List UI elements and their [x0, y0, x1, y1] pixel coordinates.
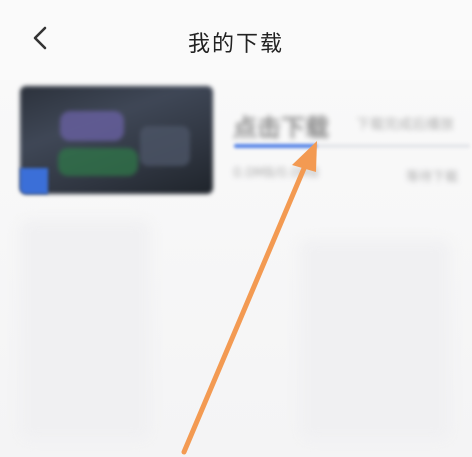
- page-title: 我的下载: [187, 32, 284, 57]
- download-screen: 我的下载 点击下载 下载完成后播放 0.0MB/0.0MB 等待下载: [0, 0, 472, 457]
- download-status: 等待下载: [406, 170, 459, 185]
- download-subtitle: 下载完成后播放: [356, 117, 454, 133]
- background-panel: [300, 240, 450, 440]
- download-progress-fill: [234, 144, 317, 148]
- download-title[interactable]: 点击下载: [233, 108, 329, 143]
- background-panel: [20, 220, 150, 440]
- page-header: 我的下载: [0, 0, 472, 80]
- download-list-item[interactable]: 点击下载 下载完成后播放 0.0MB/0.0MB 等待下载: [18, 86, 472, 198]
- thumbnail-badge: [20, 168, 48, 194]
- download-progress-bar: [234, 144, 470, 148]
- download-size: 0.0MB/0.0MB: [233, 166, 319, 181]
- video-thumbnail[interactable]: [20, 86, 213, 194]
